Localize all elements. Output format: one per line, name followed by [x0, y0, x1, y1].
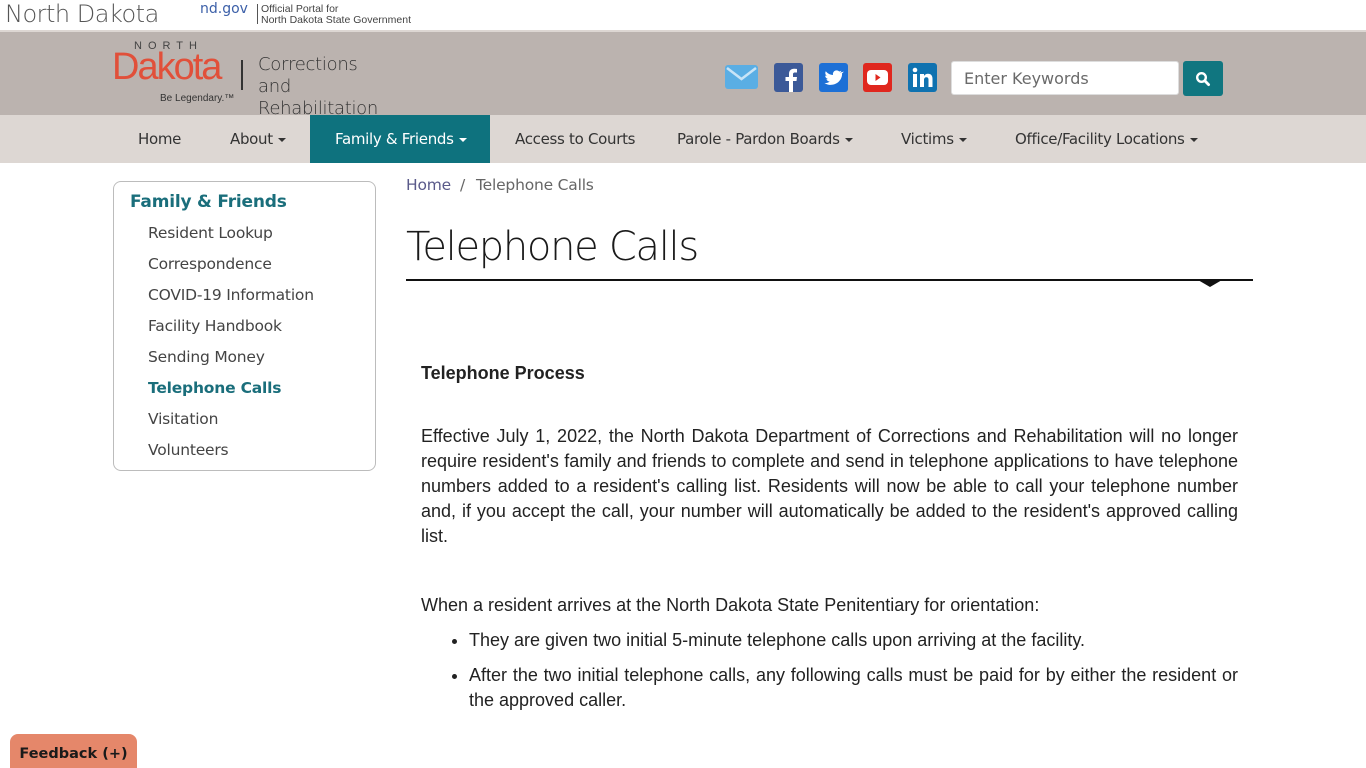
- portal-state-name[interactable]: North Dakota: [5, 0, 159, 28]
- search-icon: [1195, 71, 1210, 86]
- orientation-list: They are given two initial 5-minute tele…: [421, 628, 1238, 713]
- portal-divider: [257, 4, 258, 24]
- breadcrumb: Home / Telephone Calls: [406, 176, 594, 194]
- title-divider: [406, 279, 1253, 281]
- nd-gov-logo[interactable]: nd.gov: [200, 1, 248, 17]
- nav-family-friends[interactable]: Family & Friends: [310, 115, 490, 163]
- feedback-button[interactable]: Feedback (+): [10, 734, 137, 768]
- logo-org-name: Corrections and Rehabilitation: [258, 54, 392, 120]
- breadcrumb-separator: /: [459, 176, 466, 194]
- nav-victims[interactable]: Victims: [876, 115, 992, 163]
- nav-parole-label: Parole - Pardon Boards: [677, 130, 840, 148]
- breadcrumb-home[interactable]: Home: [406, 176, 451, 194]
- chevron-down-icon: [958, 137, 967, 142]
- twitter-icon[interactable]: [819, 63, 848, 92]
- logo-dakota: Dakota: [112, 46, 222, 88]
- sidebar-title[interactable]: Family & Friends: [130, 192, 287, 212]
- linkedin-icon[interactable]: [908, 63, 937, 92]
- sidebar-item-facility-handbook[interactable]: Facility Handbook: [148, 317, 282, 335]
- sidebar-item-covid-19[interactable]: COVID-19 Information: [148, 286, 314, 304]
- intro-paragraph-block: Effective July 1, 2022, the North Dakota…: [421, 424, 1238, 549]
- sidebar-item-correspondence[interactable]: Correspondence: [148, 255, 272, 273]
- sidebar-item-visitation[interactable]: Visitation: [148, 410, 218, 428]
- chevron-down-icon: [1189, 137, 1198, 142]
- email-icon[interactable]: [725, 65, 758, 89]
- orientation-block: When a resident arrives at the North Dak…: [421, 593, 1238, 723]
- main-nav: Home About Family & Friends Access to Co…: [0, 115, 1366, 163]
- logo-slogan: Be Legendary.™: [160, 93, 235, 104]
- sidebar-item-telephone-calls[interactable]: Telephone Calls: [148, 379, 281, 397]
- sidebar-item-volunteers[interactable]: Volunteers: [148, 441, 229, 459]
- facebook-icon[interactable]: [774, 63, 803, 92]
- section-heading-block: Telephone Process: [421, 361, 1238, 386]
- page-title: Telephone Calls: [406, 224, 699, 270]
- nav-family-friends-label: Family & Friends: [335, 130, 454, 148]
- nav-home[interactable]: Home: [113, 115, 206, 163]
- nav-parole-pardon-boards[interactable]: Parole - Pardon Boards: [652, 115, 878, 163]
- nav-about-label: About: [230, 130, 273, 148]
- chevron-down-icon: [844, 137, 853, 142]
- list-item: After the two initial telephone calls, a…: [469, 663, 1238, 713]
- section-heading: Telephone Process: [421, 363, 585, 383]
- portal-tagline: Official Portal for North Dakota State G…: [261, 4, 411, 26]
- search-input[interactable]: [951, 61, 1179, 95]
- nav-locations-label: Office/Facility Locations: [1015, 130, 1185, 148]
- portal-bar: North Dakota nd.gov Official Portal for …: [0, 0, 1366, 32]
- sidebar-item-sending-money[interactable]: Sending Money: [148, 348, 265, 366]
- agency-logo[interactable]: NORTH Dakota Be Legendary.™ Corrections …: [112, 40, 392, 119]
- youtube-icon[interactable]: [863, 63, 892, 92]
- intro-paragraph: Effective July 1, 2022, the North Dakota…: [421, 426, 1238, 546]
- chevron-down-icon: [458, 137, 467, 142]
- sidebar: Family & Friends Resident Lookup Corresp…: [113, 181, 376, 471]
- logo-divider: [241, 60, 243, 90]
- nav-about[interactable]: About: [205, 115, 311, 163]
- nav-access-to-courts-label: Access to Courts: [515, 130, 636, 148]
- sidebar-item-resident-lookup[interactable]: Resident Lookup: [148, 224, 273, 242]
- list-item: They are given two initial 5-minute tele…: [469, 628, 1238, 653]
- title-divider-arrow: [1198, 280, 1222, 287]
- breadcrumb-current: Telephone Calls: [476, 176, 594, 194]
- nav-home-label: Home: [138, 130, 182, 148]
- nav-office-facility-locations[interactable]: Office/Facility Locations: [990, 115, 1223, 163]
- chevron-down-icon: [277, 137, 286, 142]
- nav-access-to-courts[interactable]: Access to Courts: [490, 115, 660, 163]
- portal-tagline-line2: North Dakota State Government: [261, 14, 411, 26]
- logo-org-line1: Corrections and: [258, 54, 358, 97]
- orientation-paragraph: When a resident arrives at the North Dak…: [421, 595, 1040, 615]
- search-button[interactable]: [1183, 61, 1223, 96]
- nav-victims-label: Victims: [901, 130, 954, 148]
